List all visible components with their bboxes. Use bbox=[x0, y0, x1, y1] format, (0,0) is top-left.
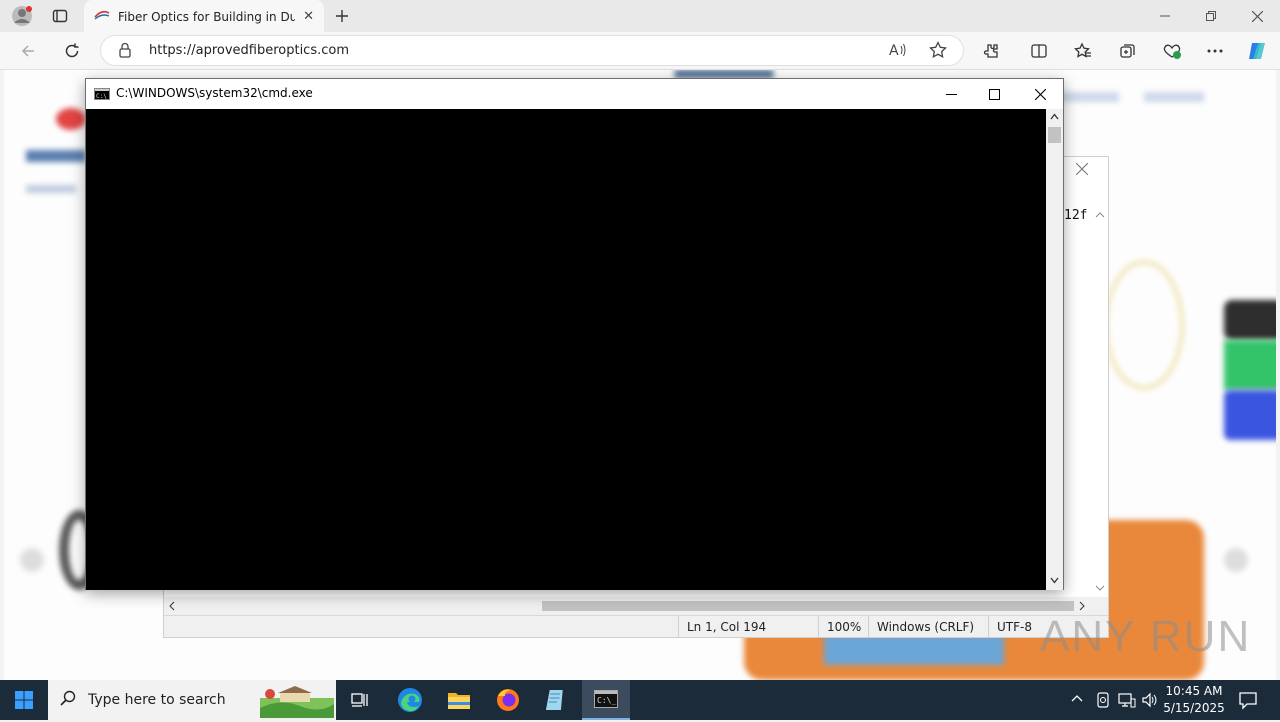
product-image bbox=[1224, 300, 1276, 340]
taskbar-clock[interactable]: 10:45 AM 5/15/2025 bbox=[1160, 683, 1228, 717]
firefox-icon[interactable] bbox=[484, 680, 532, 720]
url-text[interactable]: https://aprovedfiberoptics.com bbox=[149, 43, 349, 58]
split-screen-icon[interactable] bbox=[1028, 40, 1050, 62]
tray-chevron-up-icon[interactable] bbox=[1070, 692, 1084, 710]
clock-time: 10:45 AM bbox=[1165, 684, 1223, 698]
network-icon[interactable] bbox=[1118, 691, 1136, 713]
site-favicon-icon bbox=[94, 9, 110, 25]
scroll-thumb[interactable] bbox=[542, 601, 1074, 611]
cmd-console[interactable] bbox=[86, 109, 1046, 590]
start-windows-icon[interactable] bbox=[0, 680, 48, 720]
svg-text:C:\_: C:\_ bbox=[597, 696, 616, 705]
product-image bbox=[1224, 340, 1276, 390]
notification-center-icon[interactable] bbox=[1238, 690, 1258, 714]
scroll-thumb[interactable] bbox=[1048, 127, 1061, 143]
tab-close-icon[interactable]: ✕ bbox=[303, 9, 314, 24]
taskbar-search-box[interactable]: Type here to search bbox=[48, 680, 336, 720]
cmd-taskbar-icon[interactable]: C:\_ bbox=[582, 680, 630, 720]
svg-text:C:\: C:\ bbox=[96, 93, 107, 100]
extensions-icon[interactable] bbox=[980, 40, 1002, 62]
page-image-top bbox=[674, 70, 774, 78]
cmd-app-icon: C:\ bbox=[94, 88, 110, 104]
new-tab-icon[interactable] bbox=[328, 4, 356, 28]
lock-icon[interactable] bbox=[119, 42, 131, 62]
file-explorer-icon[interactable] bbox=[435, 680, 483, 720]
tab-title: Fiber Optics for Building in Dubai bbox=[118, 9, 296, 24]
browser-toolbar: https://aprovedfiberoptics.com A bbox=[0, 32, 1280, 70]
browser-minimize-icon[interactable] bbox=[1142, 0, 1188, 32]
notepad-status-bar: Ln 1, Col 194 100% Windows (CRLF) UTF-8 bbox=[164, 615, 1108, 638]
browser-tab-bar: Fiber Optics for Building in Dubai ✕ bbox=[0, 0, 1280, 33]
cursor-position: Ln 1, Col 194 bbox=[678, 616, 818, 638]
cable-ring-image bbox=[1104, 260, 1184, 390]
product-image-screen bbox=[824, 635, 1004, 665]
address-bar[interactable]: https://aprovedfiberoptics.com A bbox=[100, 35, 964, 66]
taskbar: Type here to search C:\_ 10:45 AM 5/15/2… bbox=[0, 680, 1280, 720]
notepad-taskbar-icon[interactable] bbox=[533, 680, 581, 720]
carousel-next-icon[interactable] bbox=[1224, 548, 1248, 572]
browser-restore-icon[interactable] bbox=[1188, 0, 1234, 32]
notepad-close-icon[interactable] bbox=[1075, 162, 1089, 179]
favorites-icon[interactable] bbox=[1072, 40, 1094, 62]
cmd-window[interactable]: C:\ C:\WINDOWS\system32\cmd.exe bbox=[85, 78, 1064, 590]
copilot-icon[interactable] bbox=[1246, 40, 1268, 62]
collections-icon[interactable] bbox=[1117, 40, 1139, 62]
clock-date: 5/15/2025 bbox=[1163, 701, 1225, 715]
search-icon bbox=[60, 690, 76, 710]
notepad-horizontal-scrollbar[interactable] bbox=[164, 597, 1108, 615]
anyrun-watermark: ANY RUN bbox=[1040, 612, 1252, 661]
favorite-star-icon[interactable] bbox=[929, 40, 947, 63]
search-highlight-icon bbox=[260, 684, 334, 722]
site-logo-tagline bbox=[26, 185, 76, 193]
task-view-icon[interactable] bbox=[336, 680, 384, 720]
browser-essentials-icon[interactable] bbox=[1161, 40, 1183, 62]
cmd-minimize-icon[interactable] bbox=[928, 79, 974, 109]
nav-link bbox=[1059, 92, 1119, 102]
cmd-title-bar[interactable]: C:\ C:\WINDOWS\system32\cmd.exe bbox=[86, 79, 1063, 109]
nav-link bbox=[1144, 92, 1204, 102]
notepad-text[interactable]: 12f bbox=[1064, 208, 1087, 223]
more-options-icon[interactable] bbox=[1204, 40, 1226, 62]
profile-avatar-icon[interactable] bbox=[8, 4, 36, 28]
browser-close-icon[interactable] bbox=[1234, 0, 1280, 32]
refresh-icon[interactable] bbox=[61, 40, 83, 62]
cmd-title: C:\WINDOWS\system32\cmd.exe bbox=[116, 86, 313, 100]
site-logo-text bbox=[26, 150, 86, 162]
tab-actions-icon[interactable] bbox=[46, 4, 74, 28]
back-icon[interactable] bbox=[17, 40, 39, 62]
carousel-prev-icon[interactable] bbox=[20, 548, 44, 572]
read-aloud-icon[interactable]: A bbox=[889, 42, 907, 62]
zoom-level: 100% bbox=[818, 616, 868, 638]
notepad-vertical-scrollbar[interactable] bbox=[1092, 207, 1108, 597]
cmd-vertical-scrollbar[interactable] bbox=[1046, 109, 1063, 590]
product-image bbox=[1224, 390, 1276, 440]
tab-active[interactable]: Fiber Optics for Building in Dubai ✕ bbox=[84, 0, 324, 33]
svg-text:A: A bbox=[889, 43, 899, 58]
site-logo bbox=[56, 108, 86, 130]
line-ending: Windows (CRLF) bbox=[868, 616, 988, 638]
cmd-close-icon[interactable] bbox=[1017, 79, 1063, 109]
cmd-maximize-icon[interactable] bbox=[971, 79, 1017, 109]
tray-device-icon[interactable] bbox=[1095, 691, 1111, 713]
edge-taskbar-icon[interactable] bbox=[386, 680, 434, 720]
volume-icon[interactable] bbox=[1141, 691, 1159, 713]
search-placeholder: Type here to search bbox=[88, 692, 226, 708]
